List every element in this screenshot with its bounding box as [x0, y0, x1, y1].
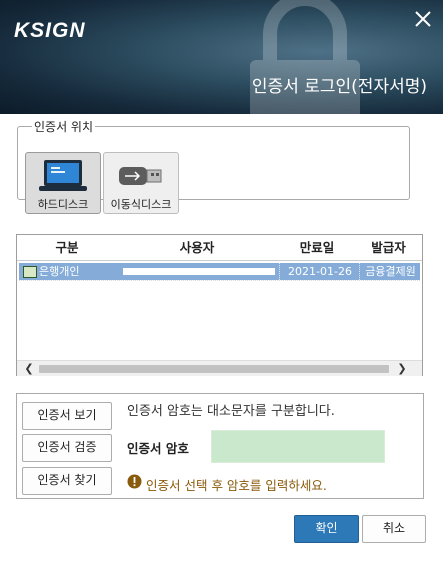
- cell-issuer: 금융결제원: [359, 263, 421, 280]
- redacted-user-name: [123, 268, 275, 275]
- removable-disk-button[interactable]: 이동식디스크: [103, 152, 179, 214]
- close-icon: [415, 11, 431, 27]
- cert-list-table: 구분 사용자 만료일 발급자 은행개인 2021-01-26 금융결제원 ❮ ❯: [16, 234, 423, 376]
- ok-button[interactable]: 확인: [294, 515, 359, 543]
- scroll-right-icon[interactable]: ❯: [394, 361, 410, 376]
- column-header-user[interactable]: 사용자: [117, 235, 277, 260]
- column-header-expiry[interactable]: 만료일: [277, 235, 357, 260]
- scrollbar-thumb[interactable]: [39, 365, 389, 373]
- removable-disk-label: 이동식디스크: [110, 198, 172, 211]
- column-header-issuer[interactable]: 발급자: [357, 235, 420, 260]
- close-button[interactable]: [410, 6, 436, 32]
- cert-location-legend: 인증서 위치: [34, 120, 94, 134]
- case-sensitive-note: 인증서 암호는 대소문자를 구분합니다.: [127, 404, 335, 419]
- password-panel: 인증서 보기 인증서 검증 인증서 찾기 인증서 암호는 대소문자를 구분합니다…: [16, 393, 424, 499]
- laptop-icon: [39, 160, 87, 191]
- view-cert-button[interactable]: 인증서 보기: [22, 402, 112, 430]
- hard-disk-button[interactable]: 하드디스크: [25, 152, 101, 214]
- password-input[interactable]: [211, 430, 385, 463]
- cell-expiry: 2021-01-26: [279, 263, 360, 280]
- warning-icon: [127, 474, 142, 489]
- horizontal-scrollbar[interactable]: ❮ ❯: [17, 360, 422, 376]
- find-cert-button[interactable]: 인증서 찾기: [22, 467, 112, 495]
- cert-location-group: 인증서 위치 하드디스크 이동식디스크: [17, 118, 410, 214]
- hard-disk-label: 하드디스크: [37, 198, 89, 211]
- usb-icon: [119, 167, 162, 185]
- cancel-button[interactable]: 취소: [362, 515, 426, 543]
- table-row[interactable]: 은행개인 2021-01-26 금융결제원: [19, 263, 421, 281]
- column-header-type[interactable]: 구분: [17, 235, 117, 260]
- password-label: 인증서 암호: [127, 441, 189, 456]
- dialog-title: 인증서 로그인(전자서명): [251, 77, 427, 97]
- verify-cert-button[interactable]: 인증서 검증: [22, 434, 112, 462]
- cell-type: 은행개인: [39, 265, 80, 278]
- dialog-header: KSIGN 인증서 로그인(전자서명): [0, 0, 443, 114]
- ksign-logo: KSIGN: [14, 19, 86, 42]
- scroll-left-icon[interactable]: ❮: [21, 361, 37, 376]
- table-header: 구분 사용자 만료일 발급자: [17, 235, 422, 261]
- password-hint: 인증서 선택 후 암호를 입력하세요.: [146, 478, 327, 493]
